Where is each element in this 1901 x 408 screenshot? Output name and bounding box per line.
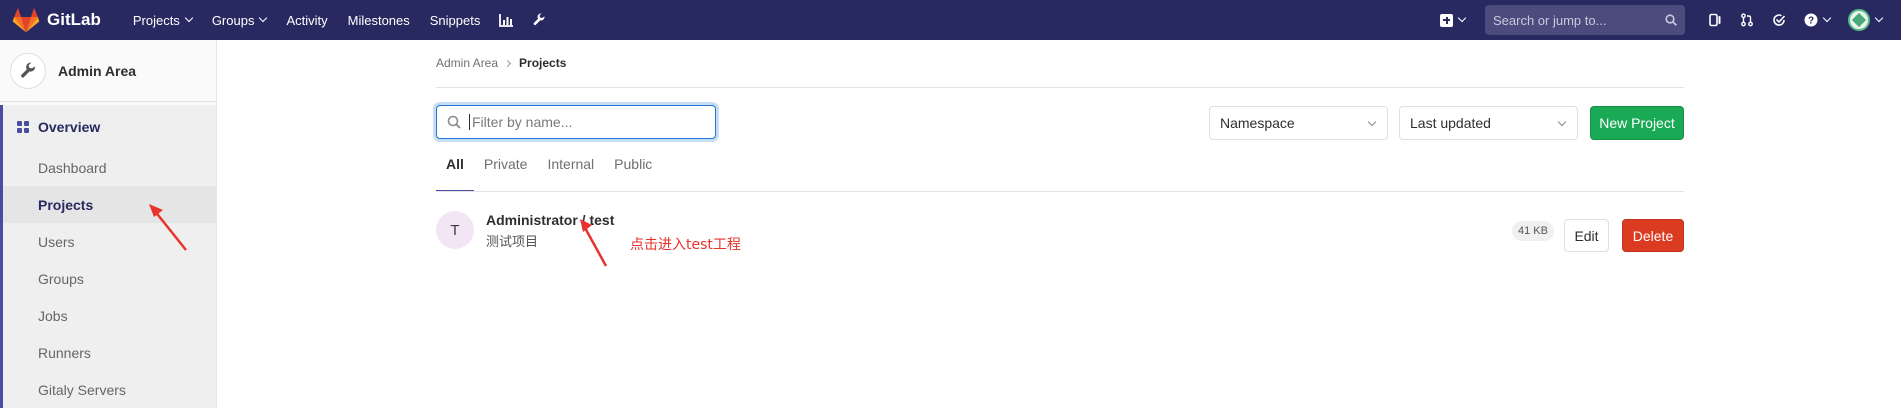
chevron-down-icon [1457,13,1467,23]
chevron-down-icon [259,13,268,23]
breadcrumb-current[interactable]: Projects [519,56,566,70]
wrench-icon [21,62,36,78]
nav-projects-label: Projects [132,12,180,28]
chevron-down-icon [184,13,194,23]
sidebar-item-overview[interactable]: Overview [0,105,216,149]
sidebar-item-jobs[interactable]: Jobs [0,297,216,334]
chevron-down-icon [1822,13,1832,23]
tab-private[interactable]: Private [474,154,538,192]
tab-internal[interactable]: Internal [537,154,604,192]
tab-public[interactable]: Public [604,154,662,192]
chevron-down-icon [1557,117,1567,127]
sidebar-item-groups[interactable]: Groups [0,260,216,297]
namespace-select-value: Namespace [1220,115,1295,131]
sidebar-item-label: Overview [38,119,101,135]
visibility-tabs: All Private Internal Public [436,154,662,192]
sidebar-item-dashboard[interactable]: Dashboard [0,149,216,186]
help-dropdown[interactable]: ? [1795,0,1839,40]
wrench-icon[interactable] [523,0,555,40]
sidebar-title: Admin Area [58,62,137,79]
chevron-down-icon [1874,13,1884,23]
search-icon [1665,14,1677,26]
merge-request-icon[interactable] [1731,0,1763,40]
sidebar-item-gitaly-servers[interactable]: Gitaly Servers [0,371,216,408]
sidebar-item-runners[interactable]: Runners [0,334,216,371]
issues-icon[interactable] [1699,0,1731,40]
chevron-down-icon [1367,117,1377,127]
project-description: 测试项目 [486,235,539,250]
new-dropdown-button[interactable] [1430,0,1475,40]
divider [436,87,1684,88]
project-size-badge: 41 KB [1512,221,1554,241]
annotation-arrow-project [580,219,608,267]
gitlab-home-link[interactable]: GitLab [12,0,101,40]
sort-select-value: Last updated [1410,115,1491,131]
overview-icon [17,121,29,133]
filter-box[interactable] [436,105,716,139]
new-project-button[interactable]: New Project [1590,106,1684,140]
user-menu[interactable] [1839,0,1891,40]
brand-name: GitLab [47,10,101,29]
breadcrumb: Admin Area Projects [436,56,566,70]
sort-select[interactable]: Last updated [1399,106,1578,140]
project-row: T Administrator / test 测试项目 41 KB Edit D… [436,209,1684,259]
nav-milestones[interactable]: Milestones [338,0,420,40]
user-avatar [1848,9,1870,31]
nav-groups[interactable]: Groups [202,0,277,40]
namespace-select[interactable]: Namespace [1209,106,1388,140]
annotation-text: 点击进入test工程 [630,237,741,253]
chevron-right-icon [504,59,512,67]
chart-icon[interactable] [490,0,523,40]
nav-snippets[interactable]: Snippets [420,0,491,40]
search-input[interactable]: Search or jump to... [1493,13,1665,28]
annotation-arrow-sidebar [149,204,187,251]
breadcrumb-admin-area[interactable]: Admin Area [436,56,498,70]
svg-text:?: ? [1808,16,1814,27]
nav-projects[interactable]: Projects [123,0,202,40]
divider [436,191,1684,192]
search-icon [447,115,461,129]
gitlab-logo-icon [12,7,40,33]
admin-area-avatar [10,52,46,89]
delete-button[interactable]: Delete [1622,219,1684,252]
help-icon: ? [1804,13,1818,27]
tab-all[interactable]: All [436,154,474,192]
sidebar-header[interactable]: Admin Area [0,40,216,102]
todo-icon[interactable] [1763,0,1795,40]
edit-button[interactable]: Edit [1564,219,1609,252]
project-avatar[interactable]: T [436,211,474,249]
nav-groups-label: Groups [211,12,255,28]
nav-activity[interactable]: Activity [276,0,337,40]
search-box[interactable]: Search or jump to... [1485,5,1685,35]
filter-by-name-input[interactable] [469,114,699,130]
plus-icon [1440,13,1453,27]
sidebar-active-accent [0,105,3,408]
top-navbar: GitLab Projects Groups Activity Mileston… [0,0,1901,40]
